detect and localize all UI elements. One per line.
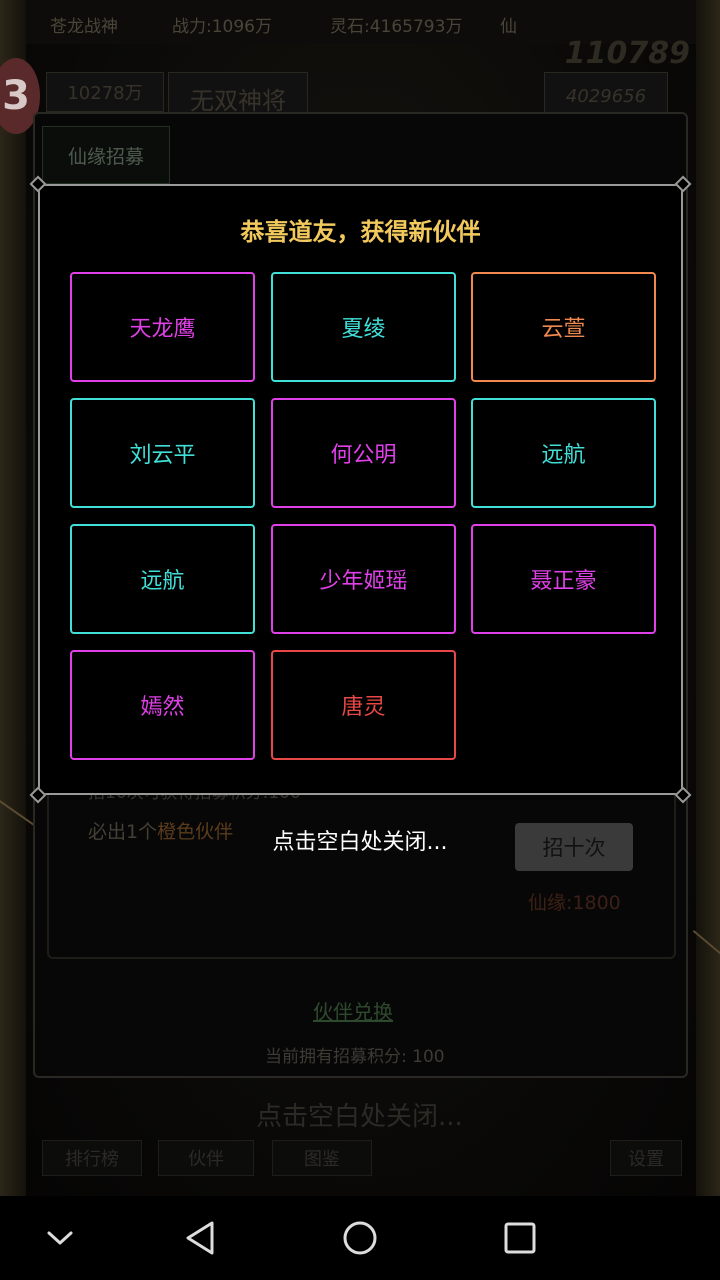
system-navigation-bar [0, 1196, 720, 1280]
close-hint[interactable]: 点击空白处关闭... [0, 824, 720, 856]
right-frame-decoration [696, 0, 720, 1196]
partner-card[interactable]: 夏绫 [271, 272, 456, 382]
partner-name: 云萱 [541, 317, 586, 342]
partner-name: 刘云平 [129, 443, 196, 468]
partner-name: 聂正豪 [530, 569, 597, 594]
settings-button[interactable]: 设置 [610, 1140, 682, 1176]
partner-card[interactable]: 远航 [471, 398, 656, 508]
partner-card[interactable]: 远航 [70, 524, 255, 634]
tab-recruit[interactable]: 仙缘招募 [42, 126, 170, 184]
back-triangle-icon[interactable] [150, 1196, 250, 1280]
reward-dialog: 恭喜道友，获得新伙伴 天龙鹰 夏绫 云萱 刘云平 何公明 远航 远航 少年姬瑶 … [29, 175, 692, 804]
recruit-points-text: 当前拥有招募积分: 100 [265, 1047, 445, 1067]
partner-button[interactable]: 伙伴 [158, 1140, 254, 1176]
resource-button[interactable]: 10278万 [46, 72, 164, 112]
partner-card[interactable]: 聂正豪 [471, 524, 656, 634]
home-circle-icon[interactable] [310, 1196, 410, 1280]
power-value: 战力:1096万 [172, 17, 272, 37]
partner-name: 夏绫 [341, 317, 386, 342]
vip-label: 仙 [500, 17, 517, 37]
partner-card[interactable]: 唐灵 [271, 650, 456, 760]
partner-card[interactable]: 刘云平 [70, 398, 255, 508]
partner-card[interactable]: 嫣然 [70, 650, 255, 760]
partner-name: 唐灵 [341, 695, 386, 720]
partner-exchange-link[interactable]: 伙伴兑换 [313, 996, 393, 1025]
partner-card[interactable]: 天龙鹰 [70, 272, 255, 382]
partner-name: 远航 [140, 569, 185, 594]
partner-name: 少年姬瑶 [319, 569, 408, 594]
partner-name: 远航 [541, 443, 586, 468]
left-frame-decoration [0, 0, 26, 1196]
recents-square-icon[interactable] [470, 1196, 570, 1280]
background-close-hint: 点击空白处关闭... [256, 1102, 463, 1132]
partner-name: 嫣然 [140, 695, 185, 720]
ten-draw-cost: 仙缘:1800 [528, 892, 621, 914]
gold-value: 灵石:4165793万 [330, 17, 463, 37]
player-nickname: 苍龙战神 [50, 17, 118, 37]
partner-card[interactable]: 云萱 [471, 272, 656, 382]
rank-button[interactable]: 排行榜 [42, 1140, 142, 1176]
partner-name: 何公明 [330, 443, 397, 468]
partner-card[interactable]: 少年姬瑶 [271, 524, 456, 634]
combat-number: 110789 [564, 36, 690, 71]
chevron-down-icon[interactable] [10, 1196, 110, 1280]
partner-card[interactable]: 何公明 [271, 398, 456, 508]
partner-name: 天龙鹰 [129, 317, 196, 342]
atlas-button[interactable]: 图鉴 [272, 1140, 372, 1176]
dialog-title: 恭喜道友，获得新伙伴 [240, 217, 481, 246]
